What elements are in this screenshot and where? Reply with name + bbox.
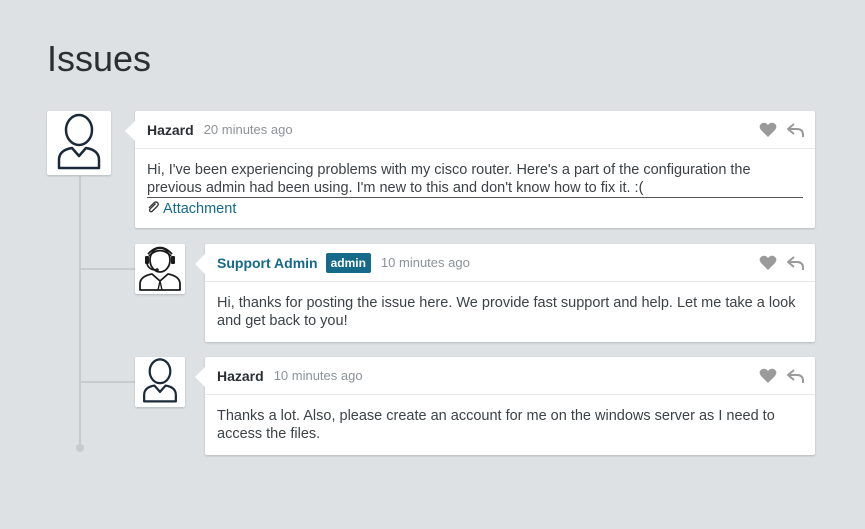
comment-author[interactable]: Support Admin bbox=[217, 255, 318, 271]
comment-header: Hazard 20 minutes ago bbox=[135, 111, 815, 149]
comment-author[interactable]: Hazard bbox=[217, 368, 264, 384]
avatar[interactable] bbox=[135, 244, 185, 294]
user-outline-icon bbox=[140, 357, 180, 408]
thread-branch bbox=[80, 268, 135, 270]
avatar[interactable] bbox=[135, 357, 185, 407]
paperclip-icon bbox=[147, 200, 159, 218]
comment-text: Hi, thanks for posting the issue here. W… bbox=[217, 295, 796, 329]
comment-card: Support Admin admin 10 minutes ago Hi, t… bbox=[195, 244, 815, 342]
support-agent-headset-icon bbox=[137, 243, 183, 296]
thread-line bbox=[79, 176, 81, 448]
comment-header: Support Admin admin 10 minutes ago bbox=[205, 244, 815, 282]
comment-card: Hazard 10 minutes ago Thanks a lot. Also… bbox=[195, 357, 815, 455]
comment-body: Thanks a lot. Also, please create an acc… bbox=[205, 395, 815, 443]
comment-time: 10 minutes ago bbox=[273, 368, 363, 383]
comment-actions bbox=[759, 244, 805, 281]
avatar[interactable] bbox=[47, 111, 111, 175]
reply-icon[interactable] bbox=[787, 255, 805, 271]
page-title: Issues bbox=[47, 38, 152, 79]
heart-icon[interactable] bbox=[759, 255, 777, 271]
thread-branch bbox=[80, 381, 135, 383]
attachment-label[interactable]: Attachment bbox=[163, 200, 236, 218]
heart-icon[interactable] bbox=[759, 122, 777, 138]
admin-badge: admin bbox=[325, 252, 371, 273]
comment-body: Hi, thanks for posting the issue here. W… bbox=[205, 282, 815, 330]
comment-time: 20 minutes ago bbox=[203, 122, 293, 137]
comment-header: Hazard 10 minutes ago bbox=[205, 357, 815, 395]
comment-body: Hi, I've been experiencing problems with… bbox=[135, 149, 815, 218]
attachment-link[interactable]: Attachment bbox=[147, 200, 803, 218]
comment-text: Thanks a lot. Also, please create an acc… bbox=[217, 408, 775, 442]
comment-text: Hi, I've been experiencing problems with… bbox=[147, 161, 803, 198]
comment-author[interactable]: Hazard bbox=[147, 122, 194, 138]
comment-actions bbox=[759, 111, 805, 148]
reply-icon[interactable] bbox=[787, 368, 805, 384]
heart-icon[interactable] bbox=[759, 368, 777, 384]
reply-icon[interactable] bbox=[787, 122, 805, 138]
user-outline-icon bbox=[54, 112, 104, 175]
comment-actions bbox=[759, 357, 805, 394]
comment-card: Hazard 20 minutes ago Hi, I've been expe… bbox=[125, 111, 815, 228]
comment-time: 10 minutes ago bbox=[380, 255, 470, 270]
thread-end-dot bbox=[76, 444, 84, 452]
